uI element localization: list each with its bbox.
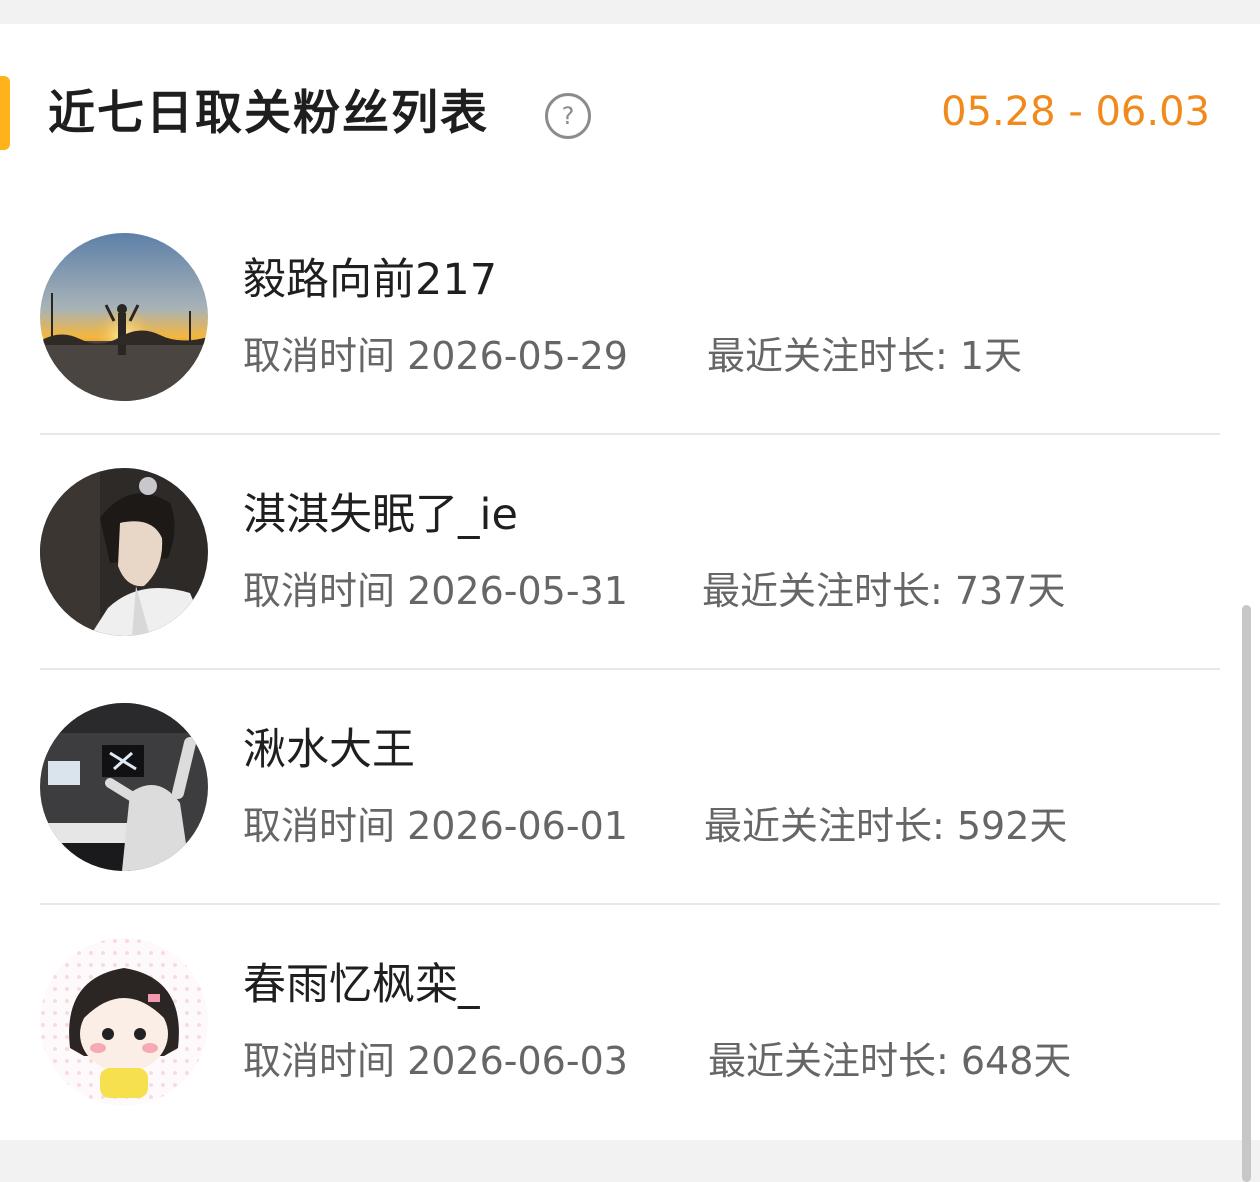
fan-username[interactable]: 毅路向前217 (243, 250, 497, 310)
top-background (0, 0, 1260, 24)
list-item[interactable]: 湫水大王 取消时间 2026-06-01 最近关注时长: 592天 (0, 670, 1240, 905)
follow-duration: 最近关注时长: 648天 (708, 1039, 1072, 1083)
follow-duration: 最近关注时长: 592天 (704, 804, 1068, 848)
date-range[interactable]: 05.28 - 06.03 (941, 84, 1210, 140)
fan-username[interactable]: 春雨忆枫栾_ (243, 955, 480, 1015)
fan-username[interactable]: 淇淇失眠了_ie (243, 485, 518, 545)
cancel-time: 取消时间 2026-06-03 (243, 1039, 628, 1083)
list-item[interactable]: 春雨忆枫栾_ 取消时间 2026-06-03 最近关注时长: 648天 (0, 905, 1240, 1140)
follow-duration: 最近关注时长: 737天 (702, 569, 1066, 613)
list-item[interactable]: 毅路向前217 取消时间 2026-05-29 最近关注时长: 1天 (0, 200, 1240, 435)
list-item[interactable]: 淇淇失眠了_ie 取消时间 2026-05-31 最近关注时长: 737天 (0, 435, 1240, 670)
cancel-time: 取消时间 2026-05-31 (243, 569, 628, 613)
cartoon-girl-avatar[interactable] (40, 938, 208, 1106)
section-accent-bar (0, 76, 10, 150)
portrait-avatar[interactable] (40, 468, 208, 636)
fan-username[interactable]: 湫水大王 (243, 720, 415, 780)
section-title: 近七日取关粉丝列表 (48, 86, 489, 141)
cancel-time: 取消时间 2026-05-29 (243, 334, 628, 378)
sunset-avatar[interactable] (40, 233, 208, 401)
follow-duration: 最近关注时长: 1天 (707, 334, 1023, 378)
vertical-scrollbar[interactable] (1242, 605, 1251, 1182)
studio-avatar[interactable] (40, 703, 208, 871)
bottom-background (0, 1140, 1260, 1182)
cancel-time: 取消时间 2026-06-01 (243, 804, 628, 848)
question-circle-icon[interactable]: ? (545, 93, 591, 139)
